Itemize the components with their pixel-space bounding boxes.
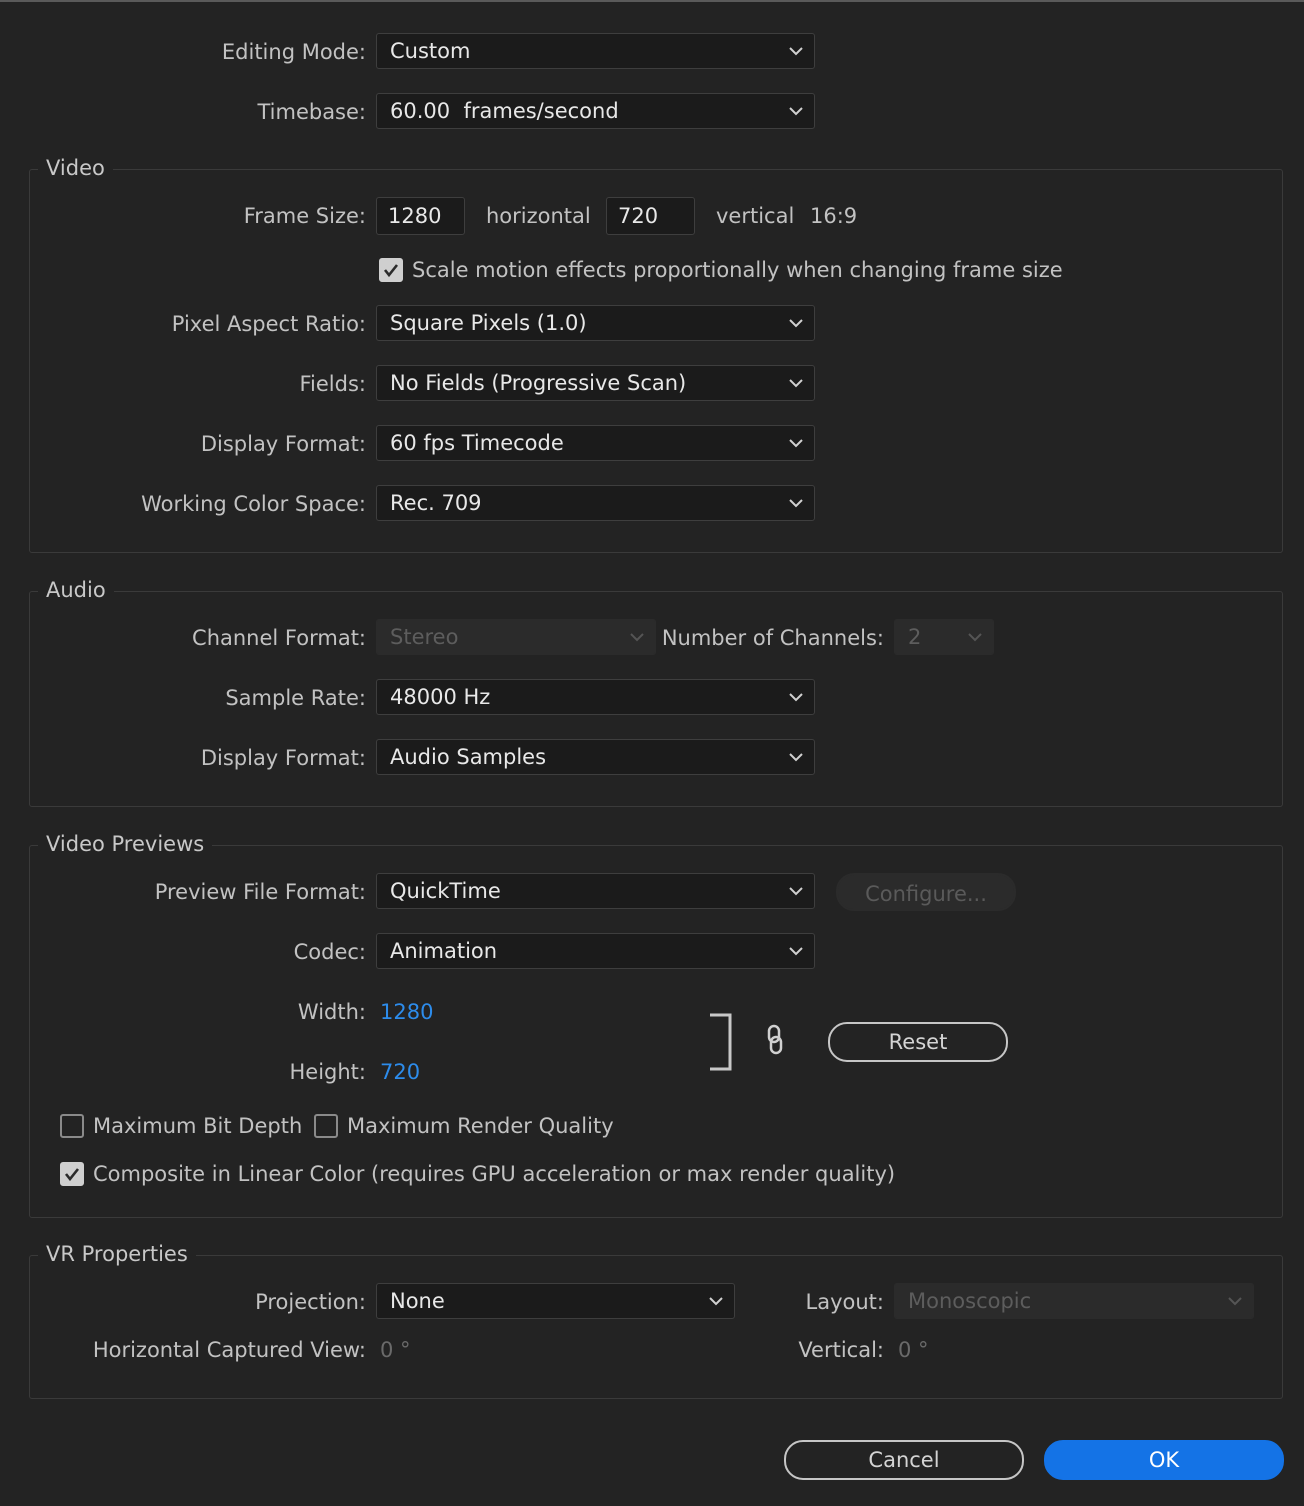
layout-label: Layout: — [805, 1290, 884, 1314]
sample-rate-label: Sample Rate: — [225, 686, 366, 710]
fields-value: No Fields (Progressive Scan) — [390, 371, 687, 395]
chevron-down-icon — [789, 107, 803, 116]
pixel-aspect-label: Pixel Aspect Ratio: — [171, 312, 366, 336]
vr-vertical-value: 0 ° — [898, 1338, 929, 1362]
audio-display-format-value: Audio Samples — [390, 745, 547, 769]
editing-mode-value: Custom — [390, 39, 471, 63]
video-display-format-label: Display Format: — [200, 432, 366, 456]
linear-color-checkbox[interactable] — [60, 1162, 84, 1186]
reset-button[interactable]: Reset — [828, 1022, 1008, 1062]
chevron-down-icon — [789, 499, 803, 508]
preview-file-format-dropdown[interactable]: QuickTime — [376, 873, 815, 909]
linear-color-label: Composite in Linear Color (requires GPU … — [93, 1162, 896, 1186]
chevron-down-icon — [789, 693, 803, 702]
frame-width-field[interactable]: 1280 — [376, 197, 465, 235]
codec-dropdown[interactable]: Animation — [376, 933, 815, 969]
num-channels-label: Number of Channels: — [661, 626, 884, 650]
preview-file-format-label: Preview File Format: — [154, 880, 366, 904]
preview-height-label: Height: — [289, 1060, 367, 1084]
chevron-down-icon — [1228, 1297, 1242, 1306]
chevron-down-icon — [789, 439, 803, 448]
frame-height-field[interactable]: 720 — [606, 197, 695, 235]
scale-motion-label: Scale motion effects proportionally when… — [412, 258, 1063, 282]
codec-value: Animation — [390, 939, 498, 963]
channel-format-dropdown[interactable]: Stereo — [376, 619, 656, 655]
pixel-aspect-value: Square Pixels (1.0) — [390, 311, 587, 335]
channel-format-value: Stereo — [390, 625, 459, 649]
h-captured-view-value: 0 ° — [380, 1338, 411, 1362]
vr-properties-group — [29, 1255, 1283, 1399]
preview-width-label: Width: — [297, 1000, 366, 1024]
scale-motion-checkbox[interactable] — [379, 258, 403, 282]
fields-label: Fields: — [299, 372, 367, 396]
layout-dropdown[interactable]: Monoscopic — [894, 1283, 1254, 1319]
chevron-down-icon — [789, 379, 803, 388]
channel-format-label: Channel Format: — [192, 626, 366, 650]
horizontal-label: horizontal — [486, 204, 591, 228]
num-channels-value: 2 — [908, 625, 922, 649]
configure-button[interactable]: Configure... — [836, 873, 1016, 911]
chevron-down-icon — [630, 633, 644, 642]
chevron-down-icon — [709, 1297, 723, 1306]
color-space-label: Working Color Space: — [141, 492, 366, 516]
timebase-label: Timebase: — [257, 100, 366, 124]
num-channels-dropdown[interactable]: 2 — [894, 619, 994, 655]
video-group-title: Video — [38, 154, 113, 182]
sample-rate-value: 48000 Hz — [390, 685, 491, 709]
chevron-down-icon — [789, 319, 803, 328]
ok-button[interactable]: OK — [1044, 1440, 1284, 1480]
preview-file-format-value: QuickTime — [390, 879, 501, 903]
pixel-aspect-dropdown[interactable]: Square Pixels (1.0) — [376, 305, 815, 341]
chevron-down-icon — [789, 887, 803, 896]
aspect-ratio-text: 16:9 — [810, 204, 858, 228]
fields-dropdown[interactable]: No Fields (Progressive Scan) — [376, 365, 815, 401]
video-display-format-dropdown[interactable]: 60 fps Timecode — [376, 425, 815, 461]
cancel-button[interactable]: Cancel — [784, 1440, 1024, 1480]
chevron-down-icon — [968, 633, 982, 642]
projection-value: None — [390, 1289, 445, 1313]
preview-width-value[interactable]: 1280 — [380, 998, 433, 1026]
sample-rate-dropdown[interactable]: 48000 Hz — [376, 679, 815, 715]
timebase-dropdown[interactable]: 60.00 frames/second — [376, 93, 815, 129]
projection-dropdown[interactable]: None — [376, 1283, 735, 1319]
window-top-border — [0, 0, 1304, 2]
vertical-label: vertical — [716, 204, 795, 228]
checkmark-icon — [64, 1168, 80, 1182]
layout-value: Monoscopic — [908, 1289, 1032, 1313]
projection-label: Projection: — [255, 1290, 366, 1314]
editing-mode-dropdown[interactable]: Custom — [376, 33, 815, 69]
editing-mode-label: Editing Mode: — [221, 40, 366, 64]
vr-properties-group-title: VR Properties — [38, 1240, 196, 1268]
max-render-quality-checkbox[interactable] — [314, 1114, 338, 1138]
chevron-down-icon — [789, 47, 803, 56]
audio-display-format-label: Display Format: — [200, 746, 366, 770]
color-space-value: Rec. 709 — [390, 491, 482, 515]
audio-display-format-dropdown[interactable]: Audio Samples — [376, 739, 815, 775]
max-render-quality-label: Maximum Render Quality — [347, 1114, 614, 1138]
max-bit-depth-checkbox[interactable] — [60, 1114, 84, 1138]
checkmark-icon — [383, 264, 399, 278]
chevron-down-icon — [789, 753, 803, 762]
h-captured-view-label: Horizontal Captured View: — [92, 1338, 366, 1362]
codec-label: Codec: — [293, 940, 366, 964]
bracket-icon — [710, 1013, 732, 1071]
preview-height-value[interactable]: 720 — [380, 1058, 420, 1086]
video-previews-group-title: Video Previews — [38, 830, 213, 858]
color-space-dropdown[interactable]: Rec. 709 — [376, 485, 815, 521]
link-chain-icon[interactable] — [765, 1024, 785, 1056]
timebase-value: 60.00 frames/second — [390, 99, 619, 123]
frame-size-label: Frame Size: — [243, 204, 366, 228]
audio-group-title: Audio — [38, 576, 114, 604]
max-bit-depth-label: Maximum Bit Depth — [93, 1114, 303, 1138]
chevron-down-icon — [789, 947, 803, 956]
vr-vertical-label: Vertical: — [798, 1338, 884, 1362]
video-display-format-value: 60 fps Timecode — [390, 431, 564, 455]
